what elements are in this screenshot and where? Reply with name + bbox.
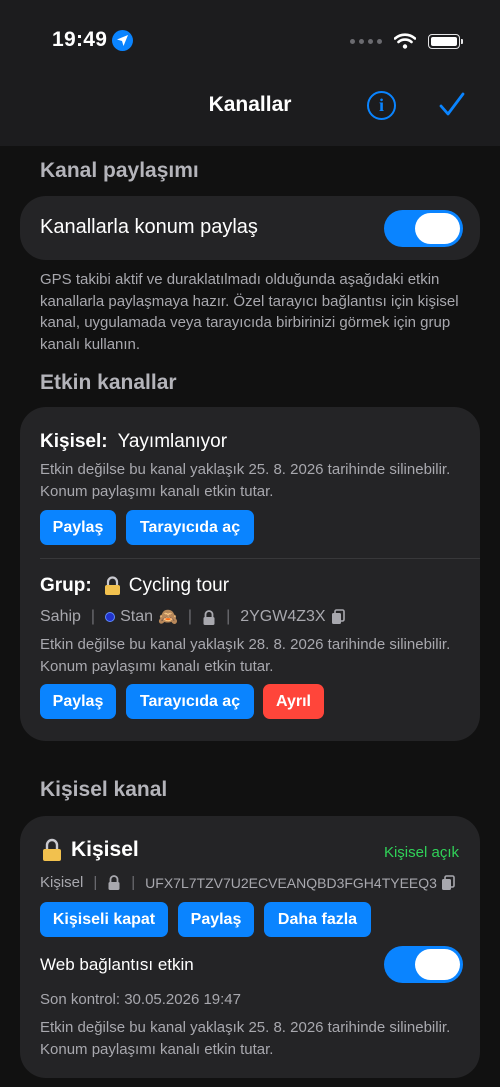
member-emoji: 🙈	[158, 609, 178, 626]
lock-icon	[104, 576, 120, 595]
group-meta: Sahip | Stan 🙈 | | 2YGW4Z3X	[40, 607, 345, 627]
personal-state-badge: Kişisel açık	[383, 844, 459, 861]
share-location-toggle[interactable]	[384, 210, 463, 247]
section-title-active: Etkin kanallar	[40, 371, 177, 394]
group-role: Sahip	[40, 608, 81, 625]
lock-icon	[203, 609, 215, 625]
close-personal-button[interactable]: Kişiseli kapat	[40, 902, 168, 937]
sharing-card: Kanallarla konum paylaş	[20, 196, 480, 260]
last-check: Son kontrol: 30.05.2026 19:47	[40, 991, 241, 1008]
group-name: Cycling tour	[128, 575, 230, 596]
personal-share-button[interactable]: Paylaş	[40, 510, 116, 545]
info-icon[interactable]: i	[367, 91, 396, 120]
personal-channel-header: Kişisel: Yayımlanıyor	[40, 431, 227, 453]
sharing-description: GPS takibi aktif ve duraklatılmadı olduğ…	[40, 271, 459, 353]
personal-channel-card: Kişisel Kişisel açık Kişisel | | UFX7L7T…	[20, 816, 480, 1078]
section-title-sharing: Kanal paylaşımı	[40, 159, 199, 182]
personal-channel-code: UFX7L7TZV7U2ECVEANQBD3FGH4TYEEQ3	[145, 874, 437, 891]
cellular-dots-icon	[350, 38, 382, 44]
group-expiry: Etkin değilse bu kanal yaklaşık 28. 8. 2…	[40, 636, 451, 675]
leave-group-button[interactable]: Ayrıl	[263, 684, 324, 719]
active-channels-card: Kişisel: Yayımlanıyor Etkin değilse bu k…	[20, 407, 480, 741]
group-share-button[interactable]: Paylaş	[40, 684, 116, 719]
share-toggle-label: Kanallarla konum paylaş	[40, 216, 258, 238]
wifi-icon	[394, 33, 416, 49]
location-arrow-icon	[112, 30, 133, 51]
personal-channel-meta: Kişisel | | UFX7L7TZV7U2ECVEANQBD3FGH4TY…	[40, 874, 455, 891]
lock-icon	[108, 875, 120, 890]
personal-open-browser-button[interactable]: Tarayıcıda aç	[126, 510, 254, 545]
navigation-bar: Kanallar i	[0, 80, 500, 146]
status-time: 19:49	[52, 28, 108, 51]
member-color-dot	[105, 612, 116, 622]
battery-icon	[428, 33, 463, 49]
group-open-browser-button[interactable]: Tarayıcıda aç	[126, 684, 254, 719]
status-bar: 19:49	[0, 0, 500, 80]
lock-icon	[43, 838, 61, 861]
more-button[interactable]: Daha fazla	[264, 902, 371, 937]
personal-channel-type: Kişisel	[40, 874, 84, 891]
personal-channel-expiry: Etkin değilse bu kanal yaklaşık 25. 8. 2…	[40, 1019, 451, 1058]
divider	[40, 558, 480, 559]
group-code: 2YGW4Z3X	[240, 608, 326, 625]
copy-icon[interactable]	[441, 874, 455, 891]
copy-icon[interactable]	[331, 609, 345, 625]
group-channel-header: Grup: Cycling tour	[40, 575, 229, 597]
personal-channel-title-row: Kişisel	[42, 838, 139, 862]
page-title: Kanallar	[208, 93, 292, 116]
group-label: Grup:	[40, 575, 92, 596]
section-title-personal: Kişisel kanal	[40, 778, 168, 801]
web-link-toggle[interactable]	[384, 946, 463, 983]
personal-expiry: Etkin değilse bu kanal yaklaşık 25. 8. 2…	[40, 461, 451, 500]
personal-channel-title: Kişisel	[71, 838, 139, 861]
web-link-label: Web bağlantısı etkin	[40, 955, 194, 974]
personal-status: Yayımlanıyor	[117, 431, 228, 452]
personal-label: Kişisel:	[40, 431, 108, 452]
checkmark-icon[interactable]	[438, 91, 466, 119]
personal-share-button-2[interactable]: Paylaş	[178, 902, 254, 937]
group-member: Stan	[120, 608, 153, 625]
